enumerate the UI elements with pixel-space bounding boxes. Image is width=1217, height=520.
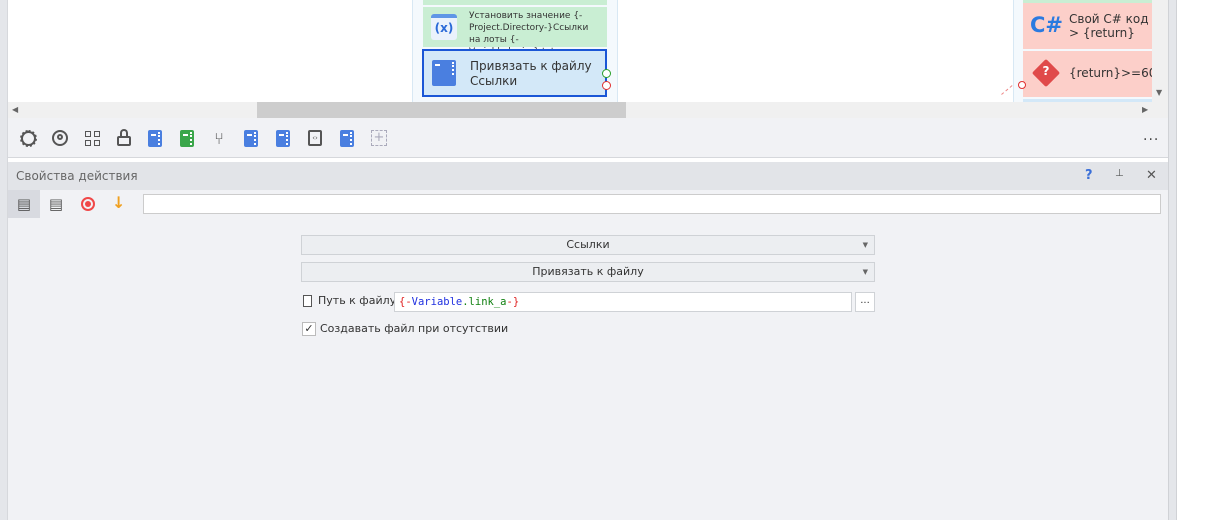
block-label: {return}>=60 bbox=[1069, 66, 1152, 80]
browse-button[interactable]: ... bbox=[855, 292, 875, 312]
create-file-checkbox[interactable]: ✓ bbox=[302, 322, 316, 336]
variable-icon: (x) bbox=[431, 14, 457, 40]
chevron-down-icon: ▼ bbox=[862, 268, 868, 276]
block-label: Привязать к файлу Ссылки bbox=[470, 59, 592, 88]
code-file-icon[interactable]: ‹› bbox=[305, 128, 325, 148]
scroll-right-icon[interactable]: ▶ bbox=[1142, 105, 1148, 114]
csharp-block[interactable]: C# Свой C# код -> {return} bbox=[1023, 3, 1152, 49]
action-dropdown[interactable]: Привязать к файлу ▼ bbox=[301, 262, 875, 282]
table-dropdown-value: Ссылки bbox=[566, 238, 610, 251]
block-label: Свой C# код -> {return} bbox=[1069, 12, 1152, 40]
close-icon[interactable]: ✕ bbox=[1146, 168, 1157, 183]
edit-notes-icon[interactable]: ▤ bbox=[44, 190, 68, 218]
panel-title: Свойства действия bbox=[16, 169, 138, 183]
path-label: Путь к файлу bbox=[318, 294, 397, 307]
table-icon[interactable] bbox=[337, 128, 357, 148]
list-icon[interactable] bbox=[177, 128, 197, 148]
lock-icon[interactable] bbox=[114, 128, 134, 148]
scroll-down-icon[interactable]: ▼ bbox=[1156, 88, 1162, 97]
csharp-icon: C# bbox=[1030, 13, 1064, 37]
right-border bbox=[1168, 0, 1177, 520]
action-toolbar: ⑂ ‹› + ... bbox=[8, 118, 1168, 158]
condition-block[interactable]: ? {return}>=60 bbox=[1023, 51, 1152, 97]
table-icon[interactable] bbox=[241, 128, 261, 148]
action-properties-panel: Свойства действия ? ⊥ ✕ ▤ ▤ ↓ Ссылки ▼ Пр… bbox=[8, 162, 1168, 520]
project-canvas[interactable]: (x) Установить значение {-Project.Direct… bbox=[8, 0, 1152, 102]
path-var: Variable bbox=[411, 296, 463, 308]
error-port[interactable] bbox=[602, 81, 611, 90]
create-file-label: Создавать файл при отсутствии bbox=[320, 322, 509, 335]
grid-icon[interactable] bbox=[82, 128, 102, 148]
path-name: .link_a bbox=[462, 296, 507, 308]
left-border bbox=[0, 0, 8, 520]
success-port[interactable] bbox=[602, 69, 611, 78]
condition-icon-glyph: ? bbox=[1042, 64, 1050, 78]
path-brace: -} bbox=[506, 296, 520, 308]
bind-file-block[interactable]: Привязать к файлу Ссылки bbox=[422, 49, 611, 97]
chevron-down-icon: ▼ bbox=[862, 241, 868, 249]
user-icon[interactable] bbox=[50, 128, 70, 148]
action-dropdown-value: Привязать к файлу bbox=[532, 265, 644, 278]
table-icon[interactable] bbox=[145, 128, 165, 148]
more-icon[interactable]: ... bbox=[1143, 128, 1159, 144]
table-dropdown[interactable]: Ссылки ▼ bbox=[301, 235, 875, 255]
record-icon[interactable] bbox=[81, 197, 95, 211]
horizontal-scrollbar[interactable]: ◀ ▶ bbox=[8, 102, 1168, 118]
scroll-thumb[interactable] bbox=[257, 102, 626, 118]
panel-header: Свойства действия ? ⊥ ✕ bbox=[8, 162, 1168, 190]
help-icon[interactable]: ? bbox=[1085, 168, 1093, 183]
properties-settings-icon[interactable]: ▤ bbox=[8, 190, 40, 218]
search-input[interactable] bbox=[143, 194, 1161, 214]
file-icon bbox=[303, 295, 312, 307]
set-value-block[interactable]: (x) Установить значение {-Project.Direct… bbox=[423, 7, 607, 57]
table-icon bbox=[432, 60, 456, 86]
path-brace: {- bbox=[399, 296, 412, 308]
add-icon[interactable]: + bbox=[369, 128, 389, 148]
vertical-scrollbar[interactable]: ▼ bbox=[1152, 0, 1168, 102]
pin-icon[interactable]: ⊥ bbox=[1115, 168, 1124, 179]
block-partial bbox=[423, 0, 607, 5]
connection-port[interactable] bbox=[1018, 81, 1026, 89]
branch-icon[interactable]: ⑂ bbox=[209, 128, 229, 148]
path-input[interactable]: {-Variable.link_a-} bbox=[394, 292, 852, 312]
settings-gear-icon[interactable] bbox=[18, 128, 38, 148]
scroll-left-icon[interactable]: ◀ bbox=[12, 105, 18, 114]
arrow-down-icon[interactable]: ↓ bbox=[112, 193, 125, 212]
table-icon[interactable] bbox=[273, 128, 293, 148]
panel-toolbar: ▤ ▤ ↓ bbox=[8, 190, 1168, 218]
